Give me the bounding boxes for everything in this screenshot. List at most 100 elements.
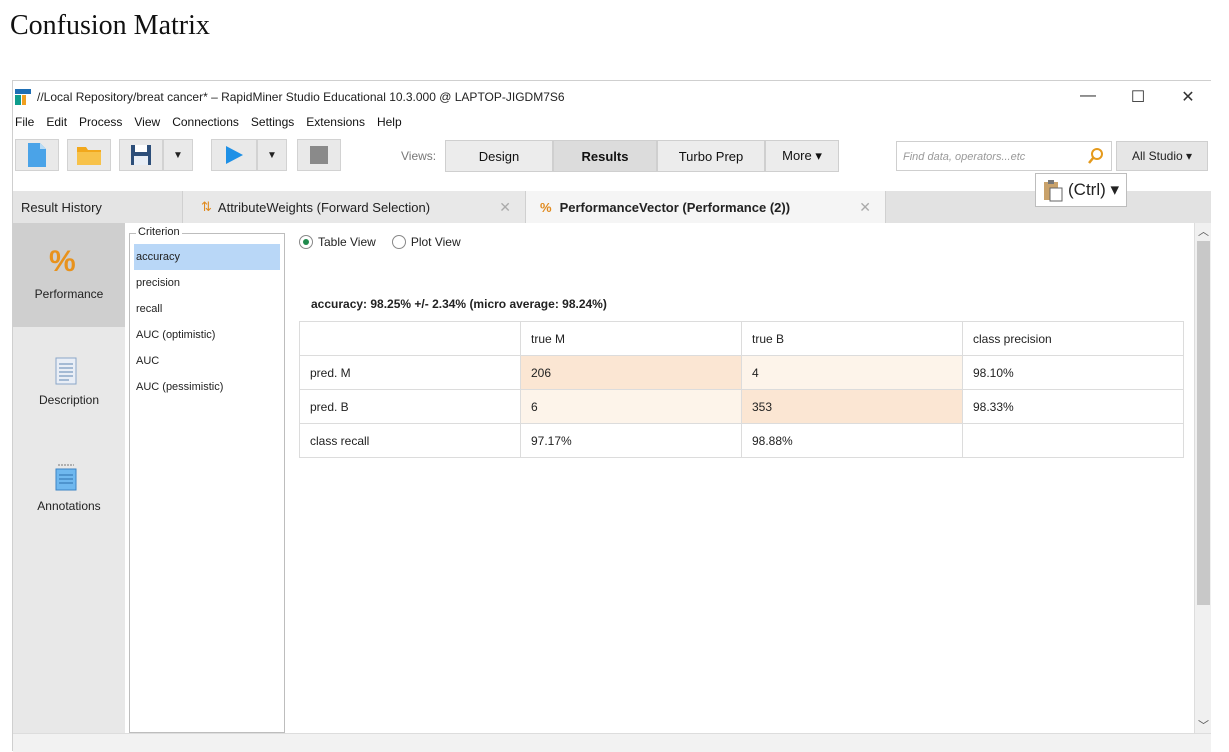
menu-help[interactable]: Help [377,115,402,133]
sidebar-item-label: Description [38,393,100,407]
result-tabs: Result History ⇅ AttributeWeights (Forwa… [13,191,1211,223]
tab-result-history-label: Result History [21,199,102,215]
document-icon [55,357,77,385]
view-results-button[interactable]: Results [553,140,657,172]
tab-result-history[interactable]: Result History [13,191,183,223]
view-more-button[interactable]: More ▾ [765,140,839,172]
scroll-down-icon[interactable]: ﹀ [1195,717,1212,733]
menu-edit[interactable]: Edit [46,115,67,133]
percent-icon: % [540,199,552,215]
criterion-item-accuracy[interactable]: accuracy [134,244,280,270]
table-header-cell: true M [520,321,742,356]
clipboard-icon [1044,180,1063,202]
all-studio-dropdown[interactable]: All Studio ▾ [1116,141,1208,171]
table-view-label: Table View [318,235,376,249]
result-view-sidebar: % Performance Description Annotations [13,223,125,733]
view-turbo-prep-button[interactable]: Turbo Prep [657,140,765,172]
open-process-button[interactable] [67,139,111,171]
table-row: class recall 97.17% 98.88% [299,423,1184,458]
run-dropdown-button[interactable]: ▼ [257,139,287,171]
rapidminer-logo-icon [15,89,31,105]
search-input[interactable]: Find data, operators...etc [896,141,1112,171]
table-view-radio[interactable]: Table View [299,235,376,249]
menu-bar: File Edit Process View Connections Setti… [13,115,402,133]
table-cell: 6 [520,389,742,424]
paste-shortcut-label: (Ctrl) ▾ [1068,180,1120,199]
table-cell: 4 [741,355,963,390]
table-header-cell: class precision [962,321,1184,356]
sidebar-item-label: Performance [34,287,104,301]
stop-button[interactable] [297,139,341,171]
accuracy-summary: accuracy: 98.25% +/- 2.34% (micro averag… [311,297,607,311]
document-title: Confusion Matrix [10,10,210,41]
table-cell: 98.10% [962,355,1184,390]
play-icon [226,146,243,164]
maximize-button[interactable]: ☐ [1126,87,1150,107]
menu-extensions[interactable]: Extensions [306,115,365,133]
criterion-item-auc-optimistic[interactable]: AUC (optimistic) [134,322,280,348]
menu-file[interactable]: File [15,115,34,133]
sidebar-item-annotations[interactable]: Annotations [13,435,125,539]
radio-selected-icon [299,235,313,249]
table-cell: 206 [520,355,742,390]
scrollbar-thumb[interactable] [1197,241,1210,605]
table-row: pred. M 206 4 98.10% [299,355,1184,390]
views-label: Views: [401,149,437,163]
table-cell: 98.33% [962,389,1184,424]
new-process-button[interactable] [15,139,59,171]
save-icon [131,145,151,165]
criterion-panel: Criterion accuracy precision recall AUC … [129,226,285,733]
view-design-button[interactable]: Design [445,140,553,172]
stop-icon [310,146,328,164]
criterion-item-auc-pessimistic[interactable]: AUC (pessimistic) [134,374,280,400]
status-bar [13,733,1211,752]
tab-performance-vector-label: PerformanceVector (Performance (2)) [559,199,791,215]
criterion-item-recall[interactable]: recall [134,296,280,322]
tab-performance-vector[interactable]: % PerformanceVector (Performance (2)) ✕ [526,191,886,223]
tab-attribute-weights[interactable]: ⇅ AttributeWeights (Forward Selection) ✕ [183,191,526,223]
row-label-cell: pred. M [299,355,521,390]
chevron-down-icon: ▼ [267,149,277,161]
rapidminer-window: //Local Repository/breat cancer* – Rapid… [12,80,1211,752]
weights-icon: ⇅ [201,199,212,214]
sidebar-item-description[interactable]: Description [13,329,125,433]
plot-view-radio[interactable]: Plot View [391,235,461,249]
row-label-cell: pred. B [299,389,521,424]
search-icon[interactable] [1087,147,1105,165]
percent-icon: % [49,245,76,278]
close-icon[interactable]: ✕ [499,199,511,216]
table-row: pred. B 6 353 98.33% [299,389,1184,424]
scroll-up-icon[interactable]: ︿ [1195,223,1212,239]
menu-connections[interactable]: Connections [172,115,239,133]
table-header-cell [299,321,521,356]
save-dropdown-button[interactable]: ▼ [163,139,193,171]
table-header-cell: true B [741,321,963,356]
sidebar-item-performance[interactable]: % Performance [13,223,125,327]
annotation-icon [55,464,77,491]
table-cell: 97.17% [520,423,742,458]
menu-settings[interactable]: Settings [251,115,294,133]
table-cell: 353 [741,389,963,424]
window-title: //Local Repository/breat cancer* – Rapid… [37,90,565,104]
sidebar-item-label: Annotations [37,499,101,513]
menu-view[interactable]: View [134,115,160,133]
save-button[interactable] [119,139,163,171]
criterion-legend: Criterion [136,226,182,238]
toolbar: ▼ ▼ Views: Design Results Turbo Prep Mor… [13,137,1211,175]
plot-view-label: Plot View [410,235,461,249]
close-icon[interactable]: ✕ [859,199,871,216]
paste-options-tooltip[interactable]: (Ctrl) ▾ [1035,173,1127,207]
search-placeholder: Find data, operators...etc [903,151,1026,163]
close-button[interactable]: ✕ [1176,87,1200,107]
table-cell [962,423,1184,458]
confusion-matrix-table: true M true B class precision pred. M 20… [299,321,1184,458]
table-header-row: true M true B class precision [299,321,1184,356]
table-cell: 98.88% [741,423,963,458]
minimize-button[interactable]: — [1076,87,1100,105]
folder-icon [77,147,101,165]
run-button[interactable] [211,139,257,171]
criterion-item-auc[interactable]: AUC [134,348,280,374]
menu-process[interactable]: Process [79,115,122,133]
vertical-scrollbar[interactable]: ︿ ﹀ [1194,223,1211,733]
criterion-item-precision[interactable]: precision [134,270,280,296]
